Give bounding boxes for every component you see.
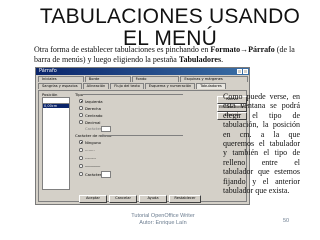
intro-tab-name: Tabuladores bbox=[178, 54, 222, 64]
position-list[interactable]: 0,00cm bbox=[42, 103, 70, 190]
fill-none-radio[interactable] bbox=[79, 140, 83, 144]
fill-character-radio[interactable] bbox=[79, 172, 83, 176]
explanation-text: Como puede verse, en esta ventana se pod… bbox=[223, 92, 300, 196]
type-left-radio[interactable] bbox=[79, 99, 83, 103]
tab-tabuladores[interactable]: Tabuladores bbox=[196, 83, 226, 89]
dialog-title: Párrafo bbox=[39, 68, 57, 74]
type-label: Tipo bbox=[75, 92, 83, 97]
fill-underscore-label: ________ bbox=[85, 162, 101, 167]
intro-part1: Otra forma de establecer tabulaciones es… bbox=[34, 45, 211, 54]
close-icon[interactable] bbox=[243, 69, 248, 74]
ok-button[interactable]: Aceptar bbox=[79, 195, 107, 203]
type-right-radio[interactable] bbox=[79, 106, 83, 110]
tab-alineacion[interactable]: Alineación bbox=[82, 83, 110, 89]
fill-label: Carácter de relleno bbox=[75, 133, 112, 138]
type-center-radio[interactable] bbox=[79, 113, 83, 117]
type-right-label: Derecha bbox=[85, 105, 101, 111]
tab-esquinas[interactable]: Esquinas y márgenes bbox=[180, 76, 248, 82]
position-list-item[interactable]: 0,00cm bbox=[43, 104, 69, 108]
tabs-panel: Posición 0,00cm Tipo Izquierda Derecha C… bbox=[38, 90, 247, 203]
footer-tutorial: Tutorial OpenOffice Writer bbox=[131, 213, 195, 219]
tab-esquema[interactable]: Esquema y numeración bbox=[144, 83, 196, 89]
cancel-button[interactable]: Cancelar bbox=[109, 195, 137, 203]
tab-flujo[interactable]: Flujo del texto bbox=[110, 83, 144, 89]
type-center-label: Centrado bbox=[85, 112, 103, 118]
fill-separator bbox=[101, 135, 183, 136]
tab-iniciales[interactable]: Iniciales bbox=[38, 76, 84, 82]
fill-none-label: Ninguno bbox=[85, 139, 101, 145]
tab-sangrias[interactable]: Sangrías y espacios bbox=[38, 83, 82, 89]
tab-fondo[interactable]: Fondo bbox=[131, 76, 180, 82]
reset-button[interactable]: Restablecer bbox=[169, 195, 201, 203]
slide-title: TABULACIONES USANDO EL MENÚ bbox=[39, 5, 301, 50]
type-separator bbox=[83, 94, 183, 95]
decimal-character-input[interactable] bbox=[101, 125, 111, 132]
type-left-label: Izquierda bbox=[85, 98, 103, 104]
paragraph-dialog-screenshot: Párrafo Iniciales Borde Fondo Esquinas y… bbox=[35, 67, 250, 205]
tabs-row-1: Iniciales Borde Fondo Esquinas y márgene… bbox=[36, 76, 249, 82]
intro-menu-path: Formato→Párrafo bbox=[210, 45, 275, 54]
tab-borde[interactable]: Borde bbox=[84, 76, 131, 82]
fill-character-label: Carácter bbox=[85, 171, 102, 177]
fill-underscore-radio[interactable] bbox=[79, 164, 83, 168]
page-number: 50 bbox=[283, 218, 290, 224]
fill-dashes-radio[interactable] bbox=[79, 156, 83, 160]
fill-dots-radio[interactable] bbox=[79, 148, 83, 152]
fill-dashes-label: -------- bbox=[85, 155, 96, 160]
intro-text: Otra forma de establecer tabulaciones es… bbox=[34, 45, 306, 64]
help-icon[interactable] bbox=[237, 69, 242, 74]
type-decimal-label: Decimal bbox=[85, 119, 101, 125]
tabs-row-2: Sangrías y espacios Alineación Flujo del… bbox=[36, 83, 249, 89]
fill-dots-label: ........ bbox=[85, 147, 95, 152]
type-character-label: Carácter bbox=[85, 126, 102, 131]
fill-character-input[interactable] bbox=[101, 171, 111, 178]
footer-author: Autor: Enrique Laín bbox=[139, 219, 187, 226]
dialog-titlebar: Párrafo bbox=[36, 68, 249, 75]
type-decimal-radio[interactable] bbox=[79, 120, 83, 124]
help-button[interactable]: Ayuda bbox=[139, 195, 167, 203]
intro-end: . bbox=[221, 54, 224, 64]
slide-footer: Tutorial OpenOffice Writer Autor: Enriqu… bbox=[128, 213, 198, 226]
